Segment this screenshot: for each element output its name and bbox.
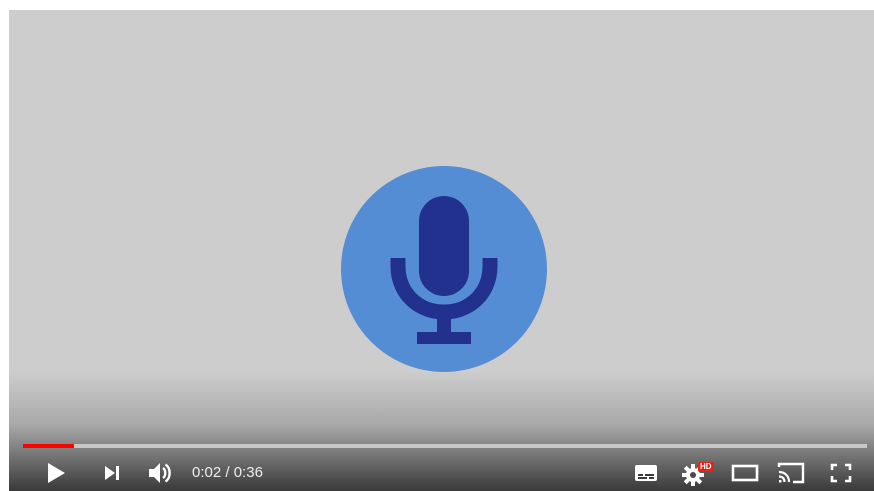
theater-icon [731, 464, 759, 482]
video-player[interactable]: 0:02 / 0:36 HD [9, 10, 874, 491]
microphone-circle [341, 166, 547, 372]
volume-button[interactable] [143, 458, 177, 488]
fullscreen-button[interactable] [823, 458, 859, 488]
progress-bar[interactable] [23, 444, 867, 448]
cast-icon [777, 462, 805, 484]
control-bar: 0:02 / 0:36 HD [9, 454, 874, 491]
theater-mode-button[interactable] [727, 458, 763, 488]
microphone-icon [390, 196, 498, 344]
skip-next-icon [105, 466, 119, 480]
cast-button[interactable] [773, 458, 809, 488]
subtitles-button[interactable] [629, 458, 663, 488]
play-icon [48, 463, 65, 483]
video-frame[interactable] [9, 10, 874, 491]
time-separator: / [221, 464, 234, 481]
time-display: 0:02 / 0:36 [192, 458, 263, 488]
play-button[interactable] [39, 458, 73, 488]
fullscreen-icon [830, 463, 852, 483]
progress-played [23, 444, 74, 448]
subtitles-icon [635, 465, 657, 481]
next-button[interactable] [97, 458, 127, 488]
settings-button[interactable]: HD [679, 458, 715, 488]
hd-badge: HD [698, 462, 714, 472]
volume-icon [149, 463, 171, 483]
current-time: 0:02 [192, 464, 222, 481]
duration: 0:36 [233, 464, 263, 481]
